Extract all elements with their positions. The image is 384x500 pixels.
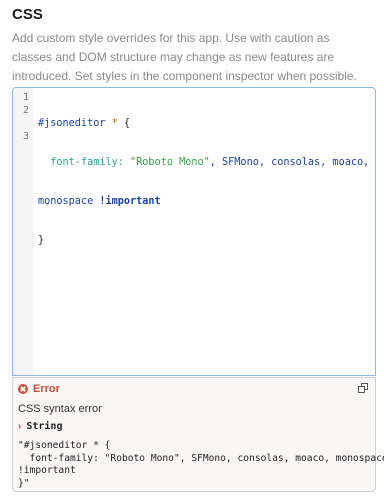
line-number: 1 bbox=[22, 92, 29, 103]
css-font-wrap: monospace bbox=[38, 196, 94, 207]
line-number-gutter: 1 2 3 bbox=[13, 88, 33, 375]
code-line: font-family: "Roboto Mono", SFMono, cons… bbox=[38, 156, 371, 169]
error-detail-type: String bbox=[26, 421, 63, 432]
css-settings-panel: CSS Add custom style overrides for this … bbox=[0, 0, 384, 500]
css-selector: #jsoneditor bbox=[38, 118, 106, 129]
error-header: Error bbox=[18, 383, 60, 395]
error-value-line: "#jsoneditor * { bbox=[18, 440, 111, 451]
error-circle-icon bbox=[18, 384, 28, 394]
css-important: !important bbox=[99, 196, 161, 207]
error-value-line: !important bbox=[18, 465, 76, 476]
chevron-right-icon: › bbox=[18, 421, 22, 432]
error-value-line: font-family: "Roboto Mono", SFMono, cons… bbox=[18, 452, 384, 464]
css-code-editor[interactable]: 1 2 3 #jsoneditor * { font-family: "Robo… bbox=[12, 87, 376, 376]
css-font-list: , SFMono, consolas, moaco, bbox=[209, 157, 370, 168]
code-content[interactable]: #jsoneditor * { font-family: "Roboto Mon… bbox=[38, 91, 371, 273]
css-universal: * bbox=[111, 118, 118, 129]
error-detail-value: "#jsoneditor * { font-family: "Roboto Mo… bbox=[18, 440, 384, 490]
error-title: Error bbox=[33, 383, 60, 395]
code-line: } bbox=[38, 234, 371, 247]
line-number: 2 bbox=[22, 105, 29, 116]
error-value-line: }" bbox=[18, 477, 30, 489]
css-open-brace: { bbox=[123, 118, 131, 129]
section-description: Add custom style overrides for this app.… bbox=[12, 31, 357, 83]
css-string: "Roboto Mono" bbox=[130, 157, 210, 168]
error-detail-toggle[interactable]: › String bbox=[18, 421, 62, 432]
line-number: 3 bbox=[22, 131, 29, 142]
error-panel: Error CSS syntax error › String "#jsoned… bbox=[12, 377, 384, 492]
css-close-brace: } bbox=[38, 235, 45, 246]
css-property: font-family: bbox=[50, 157, 124, 168]
error-message: CSS syntax error bbox=[18, 403, 102, 415]
code-line: #jsoneditor * { bbox=[38, 117, 371, 130]
code-line-wrapped: monospace !important bbox=[38, 195, 371, 208]
section-title: CSS bbox=[12, 6, 43, 23]
copy-icon[interactable] bbox=[358, 383, 369, 393]
